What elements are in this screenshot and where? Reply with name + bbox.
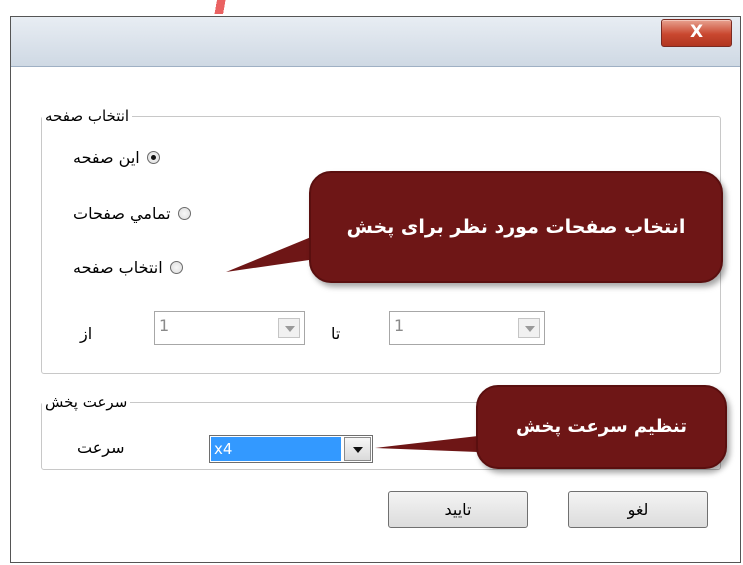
from-page-value: 1 (159, 316, 170, 335)
speed-selected-value: x4 (211, 437, 341, 461)
speed-callout: تنظیم سرعت پخش (476, 385, 727, 469)
ok-button[interactable]: تاييد (388, 491, 528, 528)
dialog-client-area: انتخاب صفحه اين صفحه تمامي صفحات انتخاب … (11, 67, 740, 562)
from-page-dropdown[interactable]: 1 (154, 311, 305, 345)
radio-this-page[interactable]: اين صفحه (73, 146, 160, 168)
radio-select-pages-circle[interactable] (169, 260, 183, 274)
radio-all-pages-label: تمامي صفحات (73, 203, 171, 223)
to-label: تا (331, 324, 341, 343)
top-cropped-strip (0, 0, 743, 16)
cancel-button[interactable]: لغو (568, 491, 708, 528)
chevron-down-icon[interactable] (518, 318, 540, 338)
chevron-down-icon[interactable] (278, 318, 300, 338)
dialog-window: X انتخاب صفحه اين صفحه تمامي صفحات انتخا… (10, 16, 741, 563)
speed-label: سرعت (77, 438, 125, 457)
close-button[interactable]: X (661, 19, 732, 47)
title-bar: X (11, 17, 740, 67)
from-label: از (80, 324, 93, 343)
to-page-dropdown[interactable]: 1 (389, 311, 545, 345)
radio-all-pages[interactable]: تمامي صفحات (73, 202, 191, 224)
radio-this-page-circle[interactable] (146, 150, 160, 164)
page-selection-legend: انتخاب صفحه (45, 107, 130, 125)
to-page-value: 1 (394, 316, 405, 335)
radio-select-pages-label: انتخاب صفحه (73, 257, 163, 277)
pages-callout: انتخاب صفحات مورد نظر برای پخش (309, 171, 723, 283)
radio-all-pages-circle[interactable] (177, 206, 191, 220)
radio-this-page-label: اين صفحه (73, 147, 140, 167)
chevron-down-icon[interactable] (344, 437, 371, 461)
decorative-red-mark (160, 0, 300, 14)
radio-select-pages[interactable]: انتخاب صفحه (73, 256, 183, 278)
speed-dropdown[interactable]: x4 (209, 435, 373, 463)
playback-speed-legend: سرعت پخش (45, 393, 128, 411)
